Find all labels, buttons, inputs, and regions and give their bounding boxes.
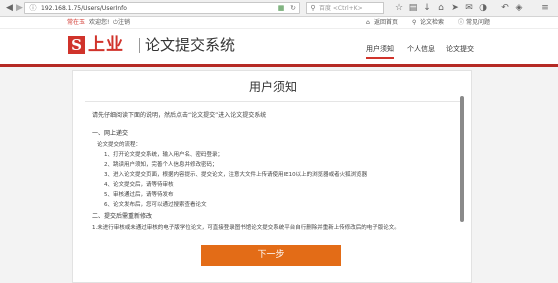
section2-text: 1.未进行审核或未通过审核的电子版学位论文，可直接登录图书馆论文提交系统平台自行… bbox=[92, 225, 400, 231]
browser-search-box[interactable]: ⚲ 百度 <Ctrl+K> bbox=[306, 2, 384, 14]
logout-link[interactable]: 注销 bbox=[118, 18, 130, 28]
faq-link-icon: ⓘ bbox=[458, 19, 465, 26]
download-icon[interactable]: ↓ bbox=[422, 3, 432, 13]
step-item: 3、进入论文提交页面，根据内容提示、提交论文，注意大文件上传请使用IE10以上的… bbox=[104, 172, 368, 178]
extension-icon[interactable]: ◈ bbox=[514, 3, 524, 13]
step-item: 6、论文发布后，您可以通过搜索查看论文 bbox=[104, 202, 207, 208]
url-text: 192.168.1.75/Users/UserInfo bbox=[41, 5, 127, 12]
info-icon[interactable]: ⓘ bbox=[29, 4, 37, 12]
address-bar[interactable]: ⓘ 192.168.1.75/Users/UserInfo ▦ ↻ bbox=[24, 2, 300, 14]
nav-personal-info[interactable]: 个人信息 bbox=[407, 44, 435, 54]
step-item: 1、打开论文提交系统，输入用户名、密码登录； bbox=[104, 152, 224, 158]
welcome-text: 欢迎您! bbox=[89, 19, 110, 26]
star-icon[interactable]: ☆ bbox=[394, 3, 404, 13]
logo-name[interactable]: 上业 bbox=[88, 35, 124, 55]
search-link[interactable]: 论文检索 bbox=[420, 18, 444, 28]
home-link[interactable]: 返回首页 bbox=[374, 18, 398, 28]
panel-title: 用户须知 bbox=[248, 80, 297, 94]
intro-text: 请先仔细阅读下面的说明，然后点击“论文提交”进入论文提交系统 bbox=[92, 112, 267, 119]
nav-user-notice[interactable]: 用户须知 bbox=[366, 44, 394, 59]
next-step-button[interactable]: 下一步 bbox=[201, 245, 341, 266]
system-title: 论文提交系统 bbox=[145, 36, 236, 54]
section2-title: 二、提交后需重新修改 bbox=[92, 213, 153, 220]
search-link-icon: ⚲ bbox=[412, 19, 417, 26]
section1-subtitle: 论文提交的流程： bbox=[97, 142, 142, 148]
panel-scrollbar[interactable] bbox=[460, 96, 464, 222]
chat-icon[interactable]: ✉ bbox=[464, 3, 474, 13]
logo-letter: S bbox=[71, 36, 82, 54]
reload-icon[interactable]: ↻ bbox=[289, 4, 297, 12]
undo-icon[interactable]: ↶ bbox=[500, 3, 510, 13]
step-item: 2、跳读用户须知，完善个人信息并修改密码； bbox=[104, 162, 218, 168]
step-item: 5、审核通过后，请等待发布 bbox=[104, 192, 174, 198]
site-header: S 上业 论文提交系统 用户须知 个人信息 论文提交 bbox=[0, 29, 558, 64]
section1-title: 一、网上递交 bbox=[92, 130, 129, 137]
sync-icon[interactable]: ◑ bbox=[478, 3, 488, 13]
user-topbar: 常在玉 欢迎您! ⏻ 注销 ⌂ 返回首页 ⚲ 论文检索 ⓘ 常见问题 bbox=[0, 17, 558, 29]
home-icon[interactable]: ⌂ bbox=[436, 3, 446, 13]
nav-paper-submit[interactable]: 论文提交 bbox=[446, 44, 474, 54]
username: 常在玉 bbox=[67, 19, 86, 26]
share-icon[interactable]: ➤ bbox=[450, 3, 460, 13]
step-item: 4、论文提交后，请等待审核 bbox=[104, 182, 174, 188]
bookmarks-icon[interactable]: ▤ bbox=[408, 3, 418, 13]
panel-divider bbox=[85, 101, 461, 102]
scrollbar-thumb[interactable] bbox=[460, 96, 464, 222]
menu-icon[interactable]: ≡ bbox=[540, 3, 550, 13]
search-placeholder: 百度 <Ctrl+K> bbox=[319, 5, 363, 12]
browser-toolbar: ◀ ▶ ⓘ 192.168.1.75/Users/UserInfo ▦ ↻ ⚲ … bbox=[0, 0, 558, 17]
reader-icon[interactable]: ▦ bbox=[277, 4, 285, 12]
logo-divider bbox=[139, 38, 140, 53]
faq-link[interactable]: 常见问题 bbox=[466, 18, 490, 28]
home-link-icon: ⌂ bbox=[366, 19, 370, 26]
search-icon: ⚲ bbox=[310, 4, 316, 12]
